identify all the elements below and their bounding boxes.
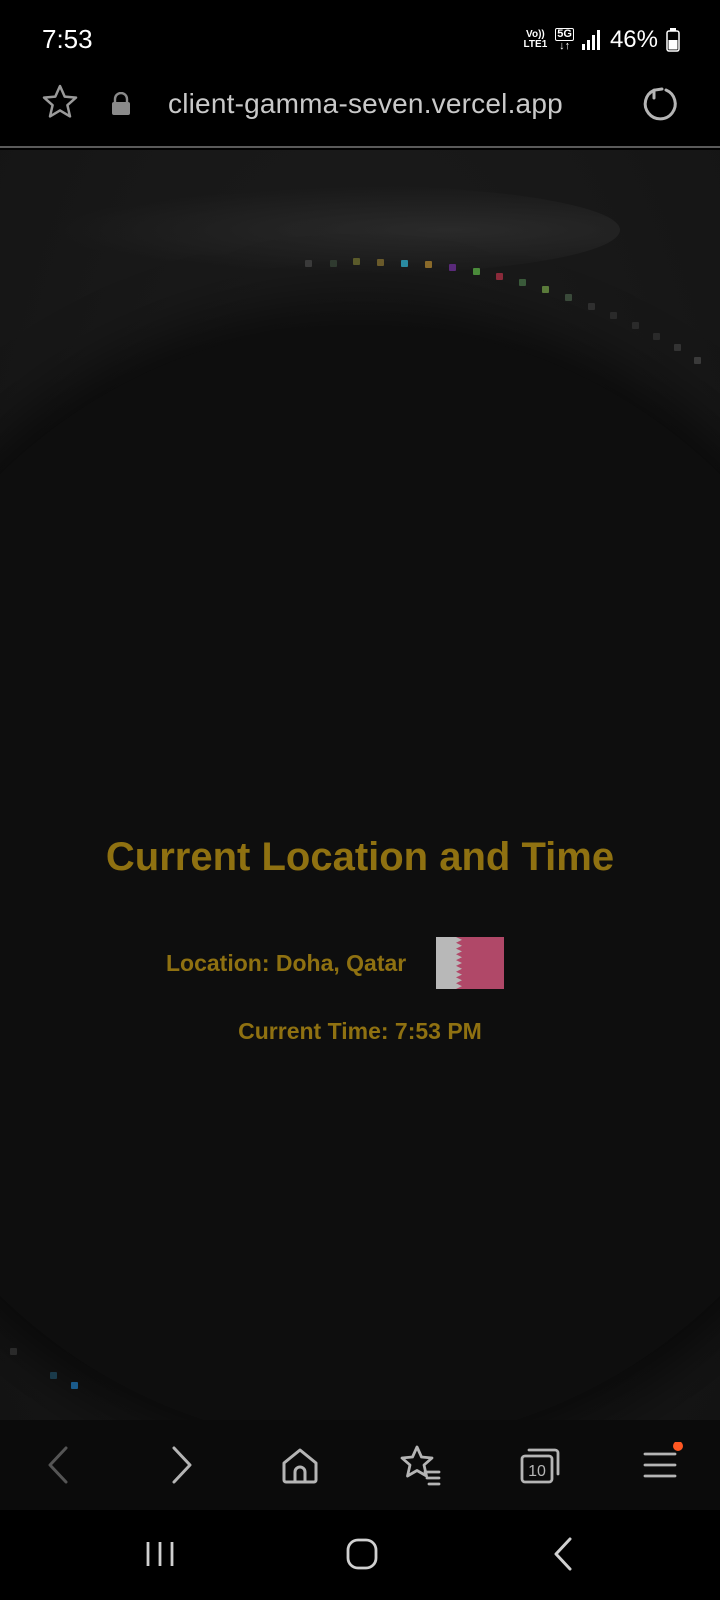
back-arrow-icon[interactable]: [36, 1442, 82, 1488]
network-5g-icon: 5G ↓↑: [555, 28, 574, 52]
battery-icon: [666, 28, 680, 52]
system-navigation-bar: [0, 1510, 720, 1600]
recent-apps-icon[interactable]: [138, 1532, 182, 1576]
home-icon[interactable]: [277, 1442, 323, 1488]
qatar-flag-icon: [436, 937, 505, 989]
signal-icon: [581, 30, 600, 50]
battery-percentage: 46%: [609, 26, 658, 53]
status-icons: Vo)) LTE1 5G ↓↑ 46%: [524, 22, 680, 58]
tab-count: 10: [528, 1463, 546, 1480]
menu-icon[interactable]: [638, 1442, 684, 1488]
location-row: Location: Doha, Qatar: [166, 937, 505, 989]
bookmarks-icon[interactable]: [397, 1442, 443, 1488]
current-time-label: Current Time: 7:53 PM: [238, 1018, 482, 1044]
volte-indicator: Vo)) LTE1: [524, 30, 548, 50]
tabs-icon[interactable]: 10: [517, 1442, 563, 1488]
address-bar: client-gamma-seven.vercel.app: [0, 80, 720, 148]
lock-icon[interactable]: [110, 92, 132, 116]
browser-toolbar: 10: [0, 1420, 720, 1510]
notification-dot: [673, 1442, 683, 1451]
page-title: Current Location and Time: [105, 835, 615, 879]
system-back-icon[interactable]: [542, 1532, 586, 1576]
web-page: Current Location and Time Location: Doha…: [0, 150, 720, 1420]
bookmark-star-icon[interactable]: [40, 82, 80, 122]
forward-arrow-icon[interactable]: [158, 1442, 204, 1488]
status-bar: 7:53 Vo)) LTE1 5G ↓↑ 46%: [0, 0, 720, 80]
data-arrows-icon: ↓↑: [559, 40, 571, 52]
volte-bottom-label: LTE1: [523, 39, 548, 50]
location-time-card: Current Location and Time Location: Doha…: [0, 150, 720, 1420]
status-time: 7:53: [42, 24, 93, 54]
location-label: Location: Doha, Qatar: [166, 949, 407, 976]
reload-icon[interactable]: [640, 84, 680, 124]
home-button-icon[interactable]: [340, 1532, 384, 1576]
url-text[interactable]: client-gamma-seven.vercel.app: [168, 88, 563, 120]
